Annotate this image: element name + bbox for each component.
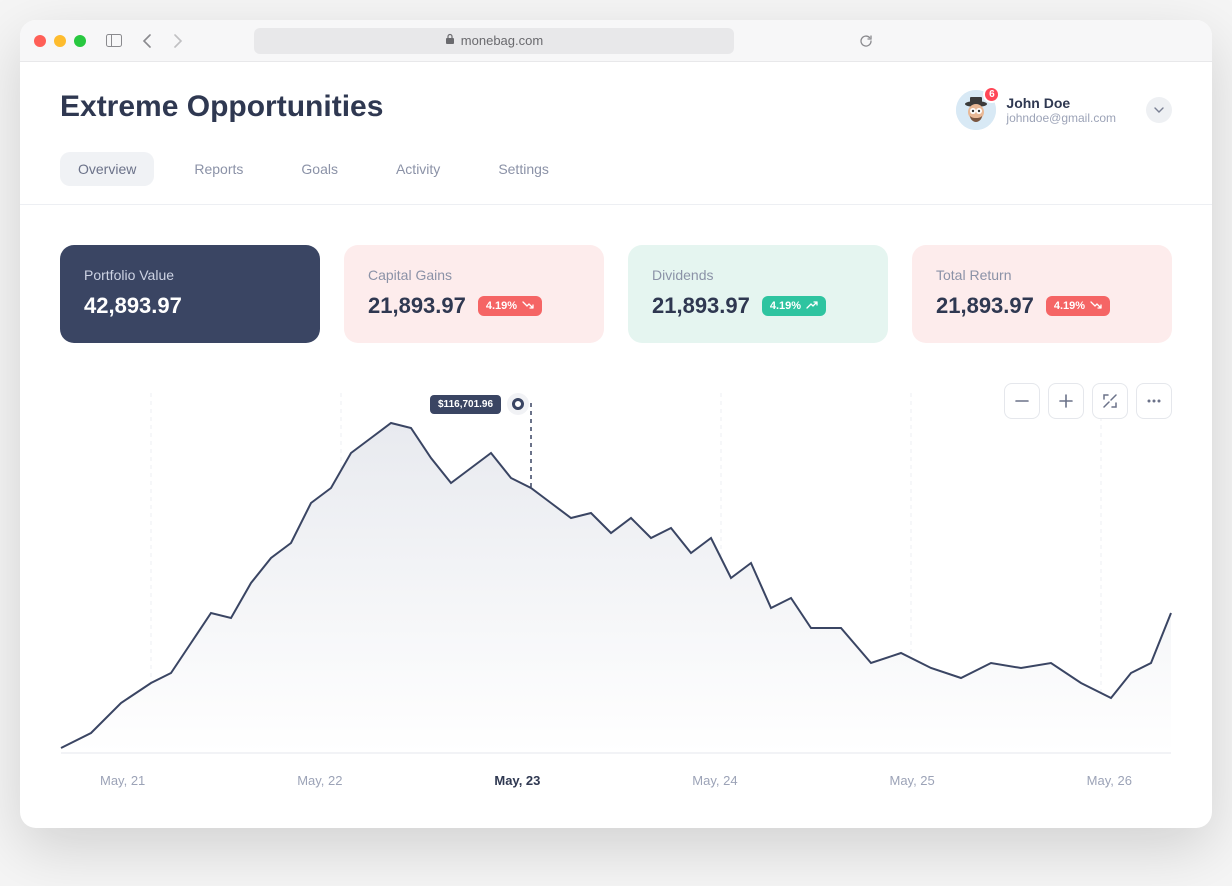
chart-area: $116,701.96: [60, 383, 1172, 788]
delta-pill: 4.19%: [762, 296, 826, 316]
tab-goals[interactable]: Goals: [283, 152, 356, 186]
lock-icon: [445, 33, 455, 48]
browser-chrome: monebag.com: [20, 20, 1212, 62]
zoom-out-button[interactable]: [1004, 383, 1040, 419]
x-tick: May, 24: [692, 773, 737, 788]
user-dropdown-button[interactable]: [1146, 97, 1172, 123]
card-label: Dividends: [652, 267, 864, 283]
more-button[interactable]: [1136, 383, 1172, 419]
user-info: John Doe johndoe@gmail.com: [1006, 95, 1116, 125]
url-text: monebag.com: [461, 33, 543, 48]
reload-button[interactable]: [854, 29, 878, 53]
trend-up-icon: [806, 300, 818, 312]
x-tick: May, 25: [889, 773, 934, 788]
x-tick: May, 22: [297, 773, 342, 788]
summary-cards: Portfolio Value 42,893.97 Capital Gains …: [60, 245, 1172, 343]
notification-badge: 6: [983, 86, 1000, 103]
divider: [20, 204, 1212, 205]
tooltip-marker-icon: [507, 393, 529, 415]
card-dividends[interactable]: Dividends 21,893.97 4.19%: [628, 245, 888, 343]
app-window: monebag.com Extreme Opportunities 6 John…: [20, 20, 1212, 828]
x-tick: May, 26: [1087, 773, 1132, 788]
x-axis: May, 21 May, 22 May, 23 May, 24 May, 25 …: [60, 763, 1172, 788]
trend-down-icon: [522, 300, 534, 312]
delta-value: 4.19%: [486, 300, 517, 312]
chart-toolbar: [1004, 383, 1172, 419]
sidebar-toggle-icon[interactable]: [102, 29, 126, 53]
card-total-return[interactable]: Total Return 21,893.97 4.19%: [912, 245, 1172, 343]
delta-value: 4.19%: [1054, 300, 1085, 312]
user-email: johndoe@gmail.com: [1006, 111, 1116, 125]
card-value: 42,893.97: [84, 293, 182, 319]
back-button[interactable]: [134, 29, 158, 53]
traffic-lights: [34, 35, 86, 47]
page-title: Extreme Opportunities: [60, 90, 383, 124]
card-label: Portfolio Value: [84, 267, 296, 283]
page-content: Extreme Opportunities 6 John Doe johndoe…: [20, 62, 1212, 828]
card-value: 21,893.97: [652, 293, 750, 319]
user-name: John Doe: [1006, 95, 1116, 111]
delta-value: 4.19%: [770, 300, 801, 312]
card-portfolio-value[interactable]: Portfolio Value 42,893.97: [60, 245, 320, 343]
avatar: 6: [956, 90, 996, 130]
card-value: 21,893.97: [936, 293, 1034, 319]
url-bar[interactable]: monebag.com: [254, 28, 734, 54]
nav-tabs: Overview Reports Goals Activity Settings: [60, 152, 1172, 186]
chart-tooltip: $116,701.96: [430, 393, 529, 415]
card-label: Total Return: [936, 267, 1148, 283]
card-label: Capital Gains: [368, 267, 580, 283]
delta-pill: 4.19%: [478, 296, 542, 316]
minimize-window-button[interactable]: [54, 35, 66, 47]
trend-down-icon: [1090, 300, 1102, 312]
x-tick-active: May, 23: [494, 773, 540, 788]
card-capital-gains[interactable]: Capital Gains 21,893.97 4.19%: [344, 245, 604, 343]
tab-reports[interactable]: Reports: [176, 152, 261, 186]
x-tick: May, 21: [100, 773, 145, 788]
tab-activity[interactable]: Activity: [378, 152, 458, 186]
close-window-button[interactable]: [34, 35, 46, 47]
maximize-window-button[interactable]: [74, 35, 86, 47]
tab-overview[interactable]: Overview: [60, 152, 154, 186]
tab-settings[interactable]: Settings: [480, 152, 567, 186]
fullscreen-button[interactable]: [1092, 383, 1128, 419]
user-menu[interactable]: 6 John Doe johndoe@gmail.com: [956, 90, 1172, 130]
zoom-in-button[interactable]: [1048, 383, 1084, 419]
forward-button[interactable]: [166, 29, 190, 53]
tooltip-value: $116,701.96: [430, 395, 501, 414]
card-value: 21,893.97: [368, 293, 466, 319]
line-chart[interactable]: [60, 383, 1172, 763]
delta-pill: 4.19%: [1046, 296, 1110, 316]
page-header: Extreme Opportunities 6 John Doe johndoe…: [60, 90, 1172, 130]
